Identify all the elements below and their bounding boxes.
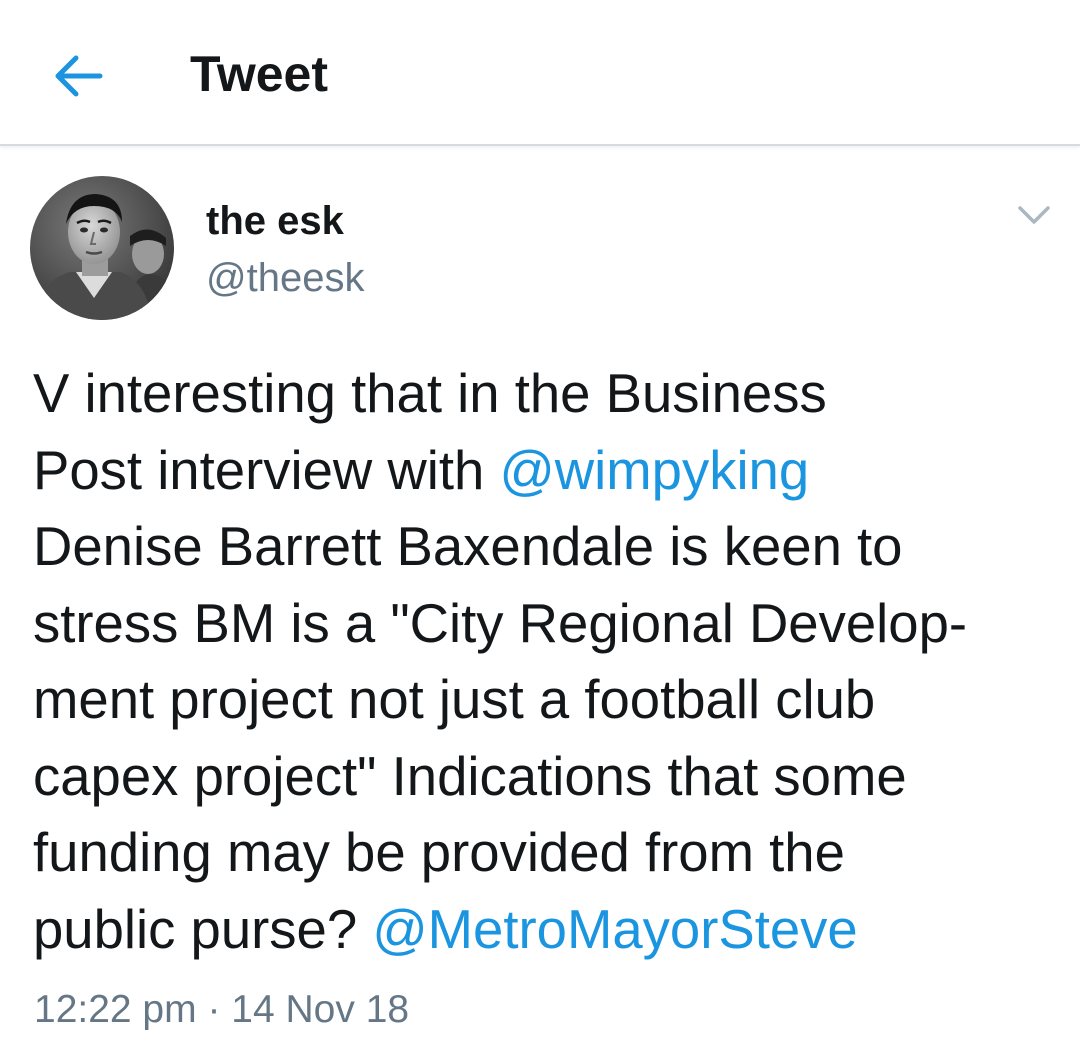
timestamp-separator: · <box>207 988 221 1031</box>
top-bar: Tweet <box>0 0 1080 146</box>
tweet-text-segment: stress BM is a "City Regional Develop- <box>33 592 968 654</box>
tweet-text-line: capex project" Indications that some <box>33 739 1063 816</box>
tweet-text-line: public purse? @MetroMayorSteve <box>33 892 1063 969</box>
tweet-text-segment: Denise Barrett Baxendale is keen to <box>33 516 903 577</box>
tweet-timestamp[interactable]: 12:22 pm · 14 Nov 18 <box>34 985 409 1035</box>
tweet-text-segment: V interesting that in the Business <box>33 363 827 424</box>
tweet-text-segment: funding may be provided from the <box>33 822 845 883</box>
chevron-down-icon <box>1018 206 1050 224</box>
tweet-text-line: ment project not just a football club <box>33 662 1063 739</box>
tweet-text-line: Post interview with @wimpyking <box>33 433 1063 510</box>
back-button[interactable] <box>46 46 110 106</box>
arrow-left-icon <box>55 55 103 97</box>
tweet-text-line: funding may be provided from the <box>33 815 1063 892</box>
tweet-text-line: Denise Barrett Baxendale is keen to <box>33 509 1063 586</box>
tweet-time: 12:22 pm <box>34 988 197 1031</box>
author-handle[interactable]: @theesk <box>206 253 364 303</box>
tweet-date: 14 Nov 18 <box>231 988 410 1031</box>
tweet-text-segment: Post interview with <box>33 439 500 501</box>
mention-link[interactable]: @wimpyking <box>499 440 809 501</box>
mention-link[interactable]: @MetroMayorSteve <box>372 899 857 960</box>
tweet-menu-button[interactable] <box>1012 200 1056 230</box>
tweet-text-line: V interesting that in the Business <box>33 356 1063 433</box>
tweet-text-line: stress BM is a "City Regional Develop- <box>33 586 1063 663</box>
page-title: Tweet <box>190 46 328 102</box>
avatar[interactable] <box>30 176 174 320</box>
avatar-photo <box>30 176 174 320</box>
author-display-name[interactable]: the esk <box>206 196 344 246</box>
tweet-text-segment: capex project" Indications that some <box>33 745 907 807</box>
tweet-text-segment: public purse? <box>33 898 373 960</box>
tweet-text-segment: ment project not just a football club <box>33 669 876 730</box>
tweet-text: V interesting that in the Business Post i… <box>33 356 1063 968</box>
